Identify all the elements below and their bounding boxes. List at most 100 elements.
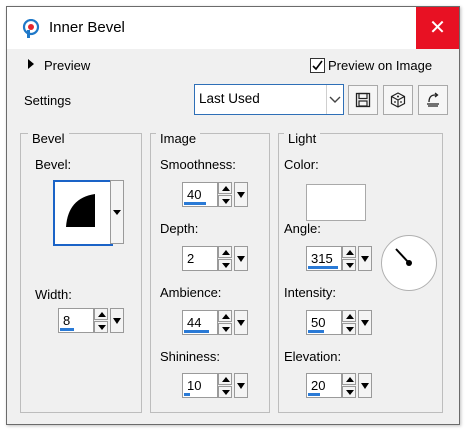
checkmark-icon [312, 60, 323, 71]
decrement-icon[interactable] [218, 259, 232, 271]
smoothness-label: Smoothness: [160, 157, 236, 172]
increment-icon[interactable] [342, 310, 356, 322]
width-label: Width: [35, 287, 72, 302]
decrement-icon[interactable] [94, 321, 108, 333]
elevation-value: 20 [311, 378, 326, 393]
close-icon: ✕ [429, 17, 446, 39]
angle-spinner[interactable]: 315 [306, 246, 372, 273]
ambience-value: 44 [187, 315, 202, 330]
increment-icon[interactable] [342, 246, 356, 258]
width-slider-dropdown[interactable] [110, 308, 124, 333]
light-color-swatch[interactable] [306, 184, 366, 221]
smoothness-stepper[interactable] [218, 182, 232, 207]
intensity-value: 50 [311, 315, 326, 330]
depth-input[interactable]: 2 [182, 246, 218, 271]
depth-slider-dropdown[interactable] [234, 246, 248, 271]
width-spinner[interactable]: 8 [58, 308, 124, 335]
intensity-stepper[interactable] [342, 310, 356, 335]
angle-needle-icon [395, 248, 412, 266]
shininess-input[interactable]: 10 [182, 373, 218, 398]
smoothness-spinner[interactable]: 40 [182, 182, 248, 209]
ambience-input[interactable]: 44 [182, 310, 218, 335]
expand-arrow-icon[interactable] [28, 59, 34, 69]
bevel-label: Bevel: [35, 157, 72, 172]
increment-icon[interactable] [218, 310, 232, 322]
bevel-group [20, 133, 142, 413]
preview-on-image-label[interactable]: Preview on Image [328, 58, 432, 73]
angle-stepper[interactable] [342, 246, 356, 271]
reset-icon [427, 92, 439, 107]
increment-icon[interactable] [218, 182, 232, 194]
increment-icon[interactable] [218, 246, 232, 258]
elevation-stepper[interactable] [342, 373, 356, 398]
bevel-shape-dropdown[interactable] [110, 180, 124, 244]
preset-value: Last Used [199, 91, 260, 106]
increment-icon[interactable] [218, 373, 232, 385]
smoothness-slider-dropdown[interactable] [234, 182, 248, 207]
elevation-level-bar [308, 393, 320, 396]
angle-dial[interactable] [381, 235, 437, 291]
smoothness-value: 40 [187, 187, 202, 202]
decrement-icon[interactable] [218, 323, 232, 335]
shininess-level-bar [184, 393, 190, 396]
settings-label: Settings [24, 93, 71, 108]
depth-stepper[interactable] [218, 246, 232, 271]
intensity-slider-dropdown[interactable] [358, 310, 372, 335]
preset-combobox[interactable]: Last Used [194, 84, 344, 115]
width-input[interactable]: 8 [58, 308, 94, 333]
smoothness-input[interactable]: 40 [182, 182, 218, 207]
elevation-slider-dropdown[interactable] [358, 373, 372, 398]
width-stepper[interactable] [94, 308, 108, 333]
increment-icon[interactable] [342, 373, 356, 385]
decrement-icon[interactable] [218, 195, 232, 207]
bevel-shape-preview[interactable] [53, 180, 113, 246]
width-level-bar [60, 328, 74, 331]
reset-button[interactable] [418, 85, 448, 115]
light-group-title: Light [284, 131, 321, 146]
bevel-shape-icon [66, 194, 95, 227]
shininess-value: 10 [187, 378, 202, 393]
ambience-slider-dropdown[interactable] [234, 310, 248, 335]
intensity-input[interactable]: 50 [306, 310, 342, 335]
image-group-title: Image [156, 131, 201, 146]
close-button[interactable]: ✕ [416, 7, 459, 49]
depth-label: Depth: [160, 221, 199, 236]
title-bar: Inner Bevel ✕ [7, 7, 459, 49]
intensity-spinner[interactable]: 50 [306, 310, 372, 337]
shininess-slider-dropdown[interactable] [234, 373, 248, 398]
elevation-input[interactable]: 20 [306, 373, 342, 398]
save-preset-button[interactable] [348, 85, 378, 115]
preview-on-image-checkbox[interactable] [310, 58, 325, 73]
randomize-button[interactable] [383, 85, 413, 115]
paintshop-app-icon [22, 19, 40, 38]
depth-spinner[interactable]: 2 [182, 246, 248, 273]
preview-toggle-label[interactable]: Preview [44, 58, 90, 73]
decrement-icon[interactable] [342, 386, 356, 398]
shininess-label: Shininess: [160, 349, 220, 364]
elevation-label: Elevation: [284, 349, 342, 364]
angle-slider-dropdown[interactable] [358, 246, 372, 271]
angle-input[interactable]: 315 [306, 246, 342, 271]
bevel-group-title: Bevel [28, 131, 69, 146]
elevation-spinner[interactable]: 20 [306, 373, 372, 400]
ambience-label: Ambience: [160, 285, 222, 300]
window-title: Inner Bevel [49, 19, 125, 36]
shininess-stepper[interactable] [218, 373, 232, 398]
depth-value: 2 [187, 251, 195, 266]
angle-label: Angle: [284, 221, 321, 236]
decrement-icon[interactable] [218, 386, 232, 398]
chevron-down-icon[interactable] [326, 85, 343, 114]
image-group [150, 133, 270, 413]
decrement-icon[interactable] [342, 323, 356, 335]
ambience-stepper[interactable] [218, 310, 232, 335]
ambience-level-bar [184, 330, 209, 333]
randomize-dice-icon [390, 92, 406, 108]
increment-icon[interactable] [94, 308, 108, 320]
save-preset-icon [355, 92, 371, 108]
intensity-label: Intensity: [284, 285, 337, 300]
smoothness-level-bar [184, 202, 206, 205]
ambience-spinner[interactable]: 44 [182, 310, 248, 337]
decrement-icon[interactable] [342, 259, 356, 271]
angle-level-bar [308, 266, 338, 269]
shininess-spinner[interactable]: 10 [182, 373, 248, 400]
